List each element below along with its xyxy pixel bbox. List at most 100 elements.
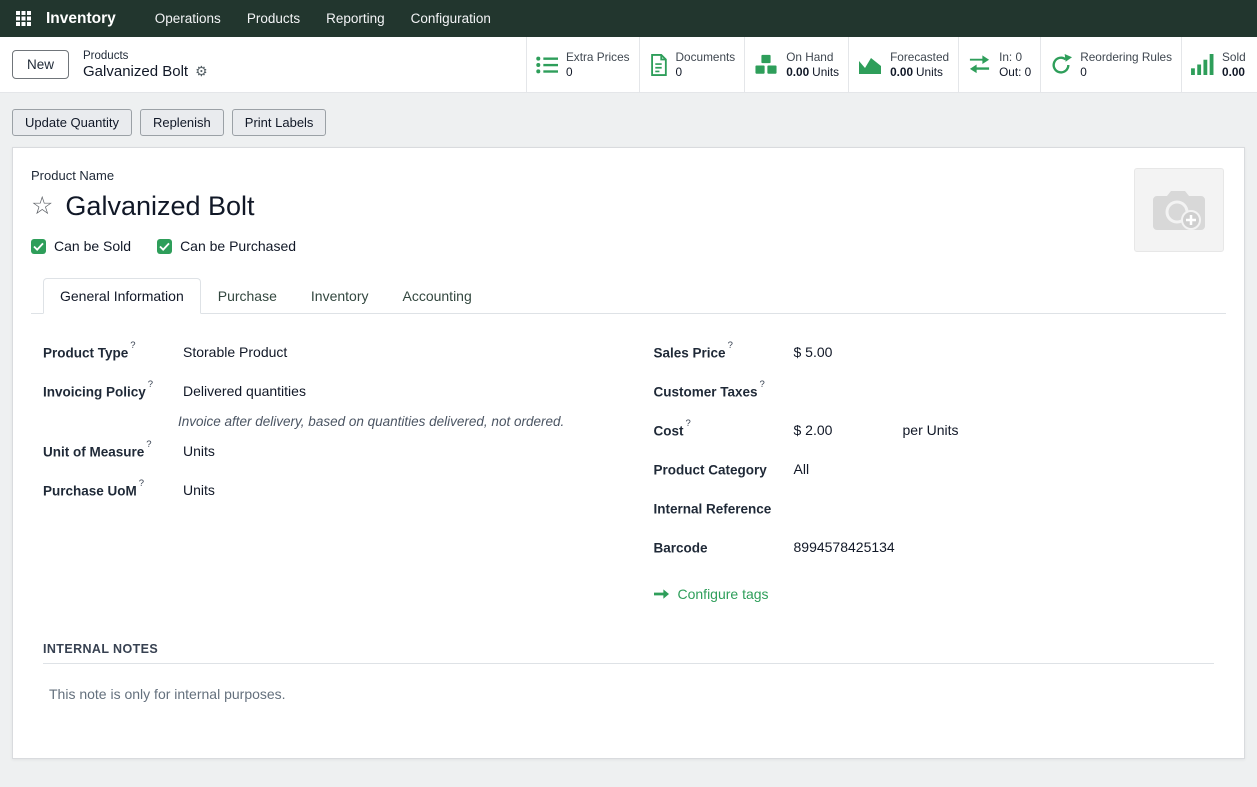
top-navbar: Inventory Operations Products Reporting … [0, 0, 1257, 37]
favorite-star-icon[interactable]: ☆ [31, 194, 53, 219]
product-form-sheet: Product Name ☆ Galvanized Bolt Can be So… [12, 147, 1245, 759]
cost-value[interactable]: $ 2.00 [794, 422, 903, 440]
smart-button-on-hand[interactable]: On Hand 0.00Units [744, 37, 848, 92]
apps-menu-button[interactable] [6, 0, 40, 37]
smart-button-value: 0 [1080, 65, 1172, 80]
help-icon[interactable]: ? [130, 340, 135, 351]
control-panel: New Products Galvanized Bolt ⚙ Extra Pri… [0, 37, 1257, 93]
tab-general-information[interactable]: General Information [43, 278, 201, 314]
field-label: Cost? [654, 420, 794, 439]
print-labels-button[interactable]: Print Labels [232, 109, 327, 136]
can-be-sold-checkbox[interactable]: Can be Sold [31, 238, 131, 254]
smart-button-value: 0.00Units [890, 65, 949, 80]
help-icon[interactable]: ? [760, 379, 765, 390]
help-icon[interactable]: ? [728, 340, 733, 351]
bar-chart-icon [1191, 54, 1214, 75]
field-label: Product Category [654, 459, 794, 478]
smart-button-label: Sold [1222, 50, 1248, 65]
smart-buttons: Extra Prices 0 Documents 0 [526, 37, 1257, 92]
update-quantity-button[interactable]: Update Quantity [12, 109, 132, 136]
field-product-category: Product Category All [654, 459, 1215, 498]
replenish-button[interactable]: Replenish [140, 109, 224, 136]
unit-of-measure-value[interactable]: Units [183, 441, 604, 461]
breadcrumb-area: New Products Galvanized Bolt ⚙ [0, 37, 220, 92]
smart-button-reordering-rules[interactable]: Reordering Rules 0 [1040, 37, 1181, 92]
configure-tags-label: Configure tags [678, 586, 769, 602]
field-unit-of-measure: Unit of Measure? Units [43, 441, 604, 480]
help-icon[interactable]: ? [148, 379, 153, 390]
can-be-purchased-checkbox[interactable]: Can be Purchased [157, 238, 296, 254]
form-left-column: Product Type? Storable Product Invoicing… [43, 342, 604, 602]
product-category-value[interactable]: All [794, 459, 1215, 479]
field-label: Product Type? [43, 342, 183, 361]
smart-button-sold[interactable]: Sold 0.00 [1181, 37, 1257, 92]
field-sales-price: Sales Price? $ 5.00 [654, 342, 1215, 381]
barcode-value[interactable]: 8994578425134 [794, 537, 1215, 557]
smart-button-label: Reordering Rules [1080, 50, 1172, 65]
smart-button-documents[interactable]: Documents 0 [639, 37, 745, 92]
field-customer-taxes: Customer Taxes? [654, 381, 1215, 420]
tab-inventory[interactable]: Inventory [294, 278, 386, 314]
action-buttons-row: Update Quantity Replenish Print Labels [0, 93, 1257, 136]
smart-button-label: Documents [676, 50, 736, 65]
field-product-type: Product Type? Storable Product [43, 342, 604, 381]
field-purchase-uom: Purchase UoM? Units [43, 480, 604, 519]
list-icon [536, 55, 558, 75]
field-barcode: Barcode 8994578425134 [654, 537, 1215, 576]
area-chart-icon [858, 55, 882, 75]
smart-button-extra-prices[interactable]: Extra Prices 0 [526, 37, 639, 92]
field-cost: Cost? $ 2.00 per Units [654, 420, 1215, 459]
smart-button-value: Out: 0 [999, 65, 1031, 80]
smart-button-label: On Hand [786, 50, 839, 65]
notebook-tabs: General Information Purchase Inventory A… [31, 278, 1226, 314]
field-label: Barcode [654, 537, 794, 556]
product-name-input[interactable]: Galvanized Bolt [65, 191, 254, 222]
menu-operations[interactable]: Operations [142, 0, 234, 37]
general-information-panel: Product Type? Storable Product Invoicing… [31, 314, 1226, 602]
checkbox-label: Can be Purchased [180, 238, 296, 254]
field-label: Sales Price? [654, 342, 794, 361]
smart-button-in-out[interactable]: In: 0 Out: 0 [958, 37, 1040, 92]
cubes-icon [754, 54, 778, 76]
smart-button-label: Forecasted [890, 50, 949, 65]
checkbox-label: Can be Sold [54, 238, 131, 254]
product-name-label: Product Name [31, 168, 1226, 183]
smart-button-forecasted[interactable]: Forecasted 0.00Units [848, 37, 958, 92]
field-label: Purchase UoM? [43, 480, 183, 499]
sale-purchase-checkboxes: Can be Sold Can be Purchased [31, 238, 1226, 254]
breadcrumb-current: Galvanized Bolt [83, 63, 188, 80]
smart-button-label: In: 0 [999, 50, 1031, 65]
purchase-uom-value[interactable]: Units [183, 480, 604, 500]
internal-notes-section: INTERNAL NOTES This note is only for int… [31, 642, 1226, 702]
document-icon [649, 54, 668, 76]
help-icon[interactable]: ? [139, 478, 144, 489]
refresh-icon [1050, 54, 1072, 76]
internal-notes-input[interactable]: This note is only for internal purposes. [43, 686, 1214, 702]
new-button[interactable]: New [12, 50, 69, 79]
app-name[interactable]: Inventory [40, 10, 126, 28]
product-type-value[interactable]: Storable Product [183, 342, 604, 362]
field-label: Customer Taxes? [654, 381, 794, 400]
sales-price-value[interactable]: $ 5.00 [794, 342, 1215, 362]
help-icon[interactable]: ? [686, 418, 691, 429]
camera-plus-icon [1153, 188, 1205, 232]
checked-checkbox-icon [157, 239, 172, 254]
breadcrumb-products-link[interactable]: Products [83, 50, 208, 62]
invoicing-policy-value[interactable]: Delivered quantities [183, 381, 604, 401]
customer-taxes-value[interactable] [794, 381, 1215, 401]
tab-accounting[interactable]: Accounting [385, 278, 488, 314]
gear-icon[interactable]: ⚙ [195, 64, 208, 78]
exchange-arrows-icon [968, 55, 991, 74]
menu-configuration[interactable]: Configuration [398, 0, 504, 37]
smart-button-label: Extra Prices [566, 50, 630, 65]
smart-button-value: 0 [676, 65, 736, 80]
product-image-upload[interactable] [1134, 168, 1224, 252]
smart-button-value: 0 [566, 65, 630, 80]
field-internal-reference: Internal Reference [654, 498, 1215, 537]
configure-tags-link[interactable]: Configure tags [654, 586, 1215, 602]
help-icon[interactable]: ? [146, 439, 151, 450]
tab-purchase[interactable]: Purchase [201, 278, 294, 314]
menu-products[interactable]: Products [234, 0, 313, 37]
internal-reference-value[interactable] [794, 498, 1215, 518]
menu-reporting[interactable]: Reporting [313, 0, 398, 37]
